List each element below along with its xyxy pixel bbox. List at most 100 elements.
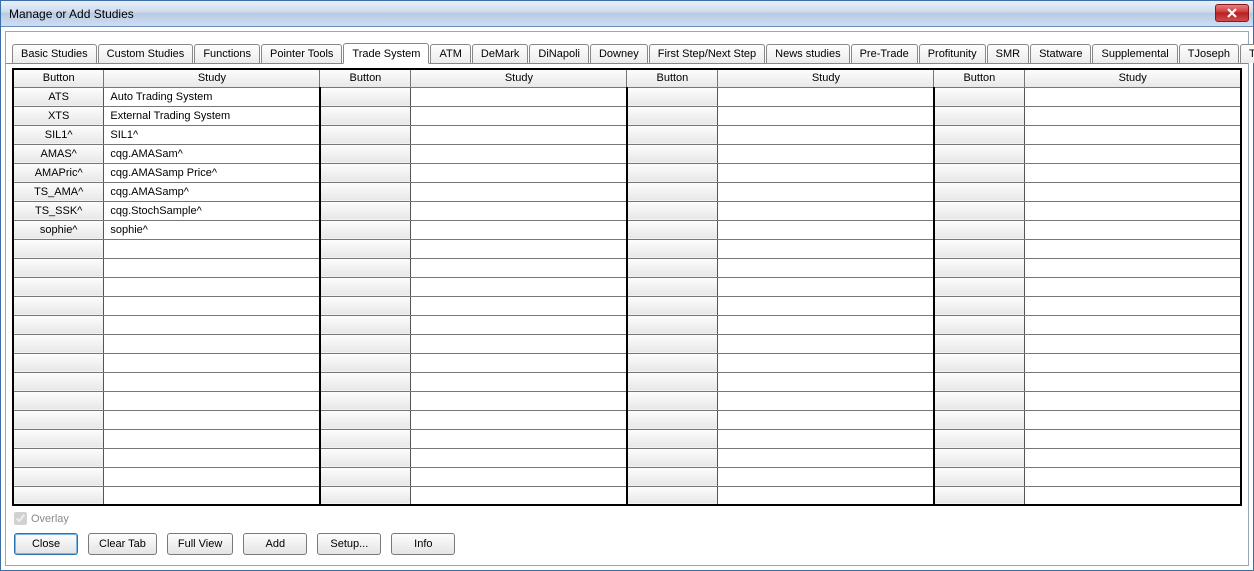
study-button-cell[interactable]	[627, 144, 718, 163]
study-button-cell[interactable]	[320, 429, 411, 448]
study-button-cell[interactable]	[627, 125, 718, 144]
study-name-cell[interactable]	[718, 87, 934, 106]
study-button-cell[interactable]	[934, 353, 1025, 372]
study-name-cell[interactable]	[1025, 220, 1241, 239]
study-name-cell[interactable]	[718, 220, 934, 239]
full-view-button[interactable]: Full View	[167, 533, 233, 555]
study-button-cell[interactable]	[320, 258, 411, 277]
study-button-cell[interactable]	[13, 467, 104, 486]
study-name-cell[interactable]	[104, 315, 320, 334]
study-button-cell[interactable]	[320, 201, 411, 220]
study-button-cell[interactable]	[627, 239, 718, 258]
study-button-cell[interactable]	[320, 334, 411, 353]
study-button-cell[interactable]: AMAS^	[13, 144, 104, 163]
tab-smr[interactable]: SMR	[987, 44, 1029, 63]
study-name-cell[interactable]	[1025, 486, 1241, 505]
study-button-cell[interactable]	[320, 391, 411, 410]
study-button-cell[interactable]	[934, 125, 1025, 144]
study-name-cell[interactable]	[104, 258, 320, 277]
study-button-cell[interactable]	[627, 220, 718, 239]
study-button-cell[interactable]	[627, 163, 718, 182]
study-name-cell[interactable]	[411, 106, 627, 125]
study-name-cell[interactable]	[718, 277, 934, 296]
study-button-cell[interactable]	[13, 372, 104, 391]
setup-button[interactable]: Setup...	[317, 533, 381, 555]
study-button-cell[interactable]	[320, 220, 411, 239]
study-name-cell[interactable]	[1025, 296, 1241, 315]
study-name-cell[interactable]	[1025, 163, 1241, 182]
study-name-cell[interactable]: cqg.StochSample^	[104, 201, 320, 220]
study-button-cell[interactable]	[320, 296, 411, 315]
study-button-cell[interactable]	[934, 277, 1025, 296]
study-name-cell[interactable]	[1025, 201, 1241, 220]
add-button[interactable]: Add	[243, 533, 307, 555]
study-name-cell[interactable]	[411, 201, 627, 220]
study-name-cell[interactable]	[411, 372, 627, 391]
study-button-cell[interactable]	[627, 277, 718, 296]
study-button-cell[interactable]	[13, 353, 104, 372]
study-button-cell[interactable]	[13, 486, 104, 505]
study-button-cell[interactable]	[627, 391, 718, 410]
study-name-cell[interactable]	[1025, 429, 1241, 448]
study-name-cell[interactable]	[411, 277, 627, 296]
study-button-cell[interactable]	[320, 448, 411, 467]
study-name-cell[interactable]: cqg.AMASamp^	[104, 182, 320, 201]
study-name-cell[interactable]	[104, 467, 320, 486]
study-button-cell[interactable]	[934, 448, 1025, 467]
study-name-cell[interactable]: cqg.AMASamp Price^	[104, 163, 320, 182]
tab-statware[interactable]: Statware	[1030, 44, 1091, 63]
study-button-cell[interactable]	[320, 106, 411, 125]
study-name-cell[interactable]	[1025, 353, 1241, 372]
tab-atm[interactable]: ATM	[430, 44, 470, 63]
study-button-cell[interactable]	[627, 486, 718, 505]
study-button-cell[interactable]	[934, 106, 1025, 125]
study-button-cell[interactable]	[320, 239, 411, 258]
study-button-cell[interactable]	[627, 201, 718, 220]
tab-tim[interactable]: Tim	[1240, 44, 1254, 63]
study-button-cell[interactable]: XTS	[13, 106, 104, 125]
study-button-cell[interactable]	[320, 182, 411, 201]
study-name-cell[interactable]: cqg.AMASam^	[104, 144, 320, 163]
overlay-checkbox[interactable]	[14, 512, 27, 525]
study-name-cell[interactable]	[1025, 448, 1241, 467]
study-button-cell[interactable]	[320, 163, 411, 182]
study-name-cell[interactable]	[411, 258, 627, 277]
study-button-cell[interactable]	[934, 220, 1025, 239]
study-button-cell[interactable]	[13, 391, 104, 410]
info-button[interactable]: Info	[391, 533, 455, 555]
study-name-cell[interactable]	[411, 163, 627, 182]
study-button-cell[interactable]	[13, 410, 104, 429]
study-name-cell[interactable]: External Trading System	[104, 106, 320, 125]
study-button-cell[interactable]	[627, 87, 718, 106]
tab-news-studies[interactable]: News studies	[766, 44, 849, 63]
study-name-cell[interactable]	[104, 296, 320, 315]
close-button[interactable]: Close	[14, 533, 78, 555]
study-name-cell[interactable]	[718, 315, 934, 334]
study-button-cell[interactable]	[934, 296, 1025, 315]
study-name-cell[interactable]	[104, 277, 320, 296]
study-name-cell[interactable]	[411, 391, 627, 410]
study-name-cell[interactable]	[104, 372, 320, 391]
study-name-cell[interactable]	[718, 144, 934, 163]
study-button-cell[interactable]	[320, 467, 411, 486]
study-button-cell[interactable]	[320, 372, 411, 391]
clear-tab-button[interactable]: Clear Tab	[88, 533, 157, 555]
study-button-cell[interactable]	[934, 239, 1025, 258]
study-name-cell[interactable]	[411, 353, 627, 372]
study-name-cell[interactable]	[411, 448, 627, 467]
tab-supplemental[interactable]: Supplemental	[1092, 44, 1177, 63]
study-button-cell[interactable]	[320, 144, 411, 163]
study-button-cell[interactable]	[320, 410, 411, 429]
study-name-cell[interactable]	[411, 486, 627, 505]
study-name-cell[interactable]	[411, 87, 627, 106]
study-button-cell[interactable]: TS_SSK^	[13, 201, 104, 220]
study-name-cell[interactable]	[718, 372, 934, 391]
study-button-cell[interactable]	[13, 258, 104, 277]
study-name-cell[interactable]	[411, 220, 627, 239]
tab-tjoseph[interactable]: TJoseph	[1179, 44, 1239, 63]
study-button-cell[interactable]: TS_AMA^	[13, 182, 104, 201]
study-name-cell[interactable]	[104, 391, 320, 410]
study-name-cell[interactable]	[411, 315, 627, 334]
study-name-cell[interactable]	[718, 486, 934, 505]
tab-pointer-tools[interactable]: Pointer Tools	[261, 44, 342, 63]
